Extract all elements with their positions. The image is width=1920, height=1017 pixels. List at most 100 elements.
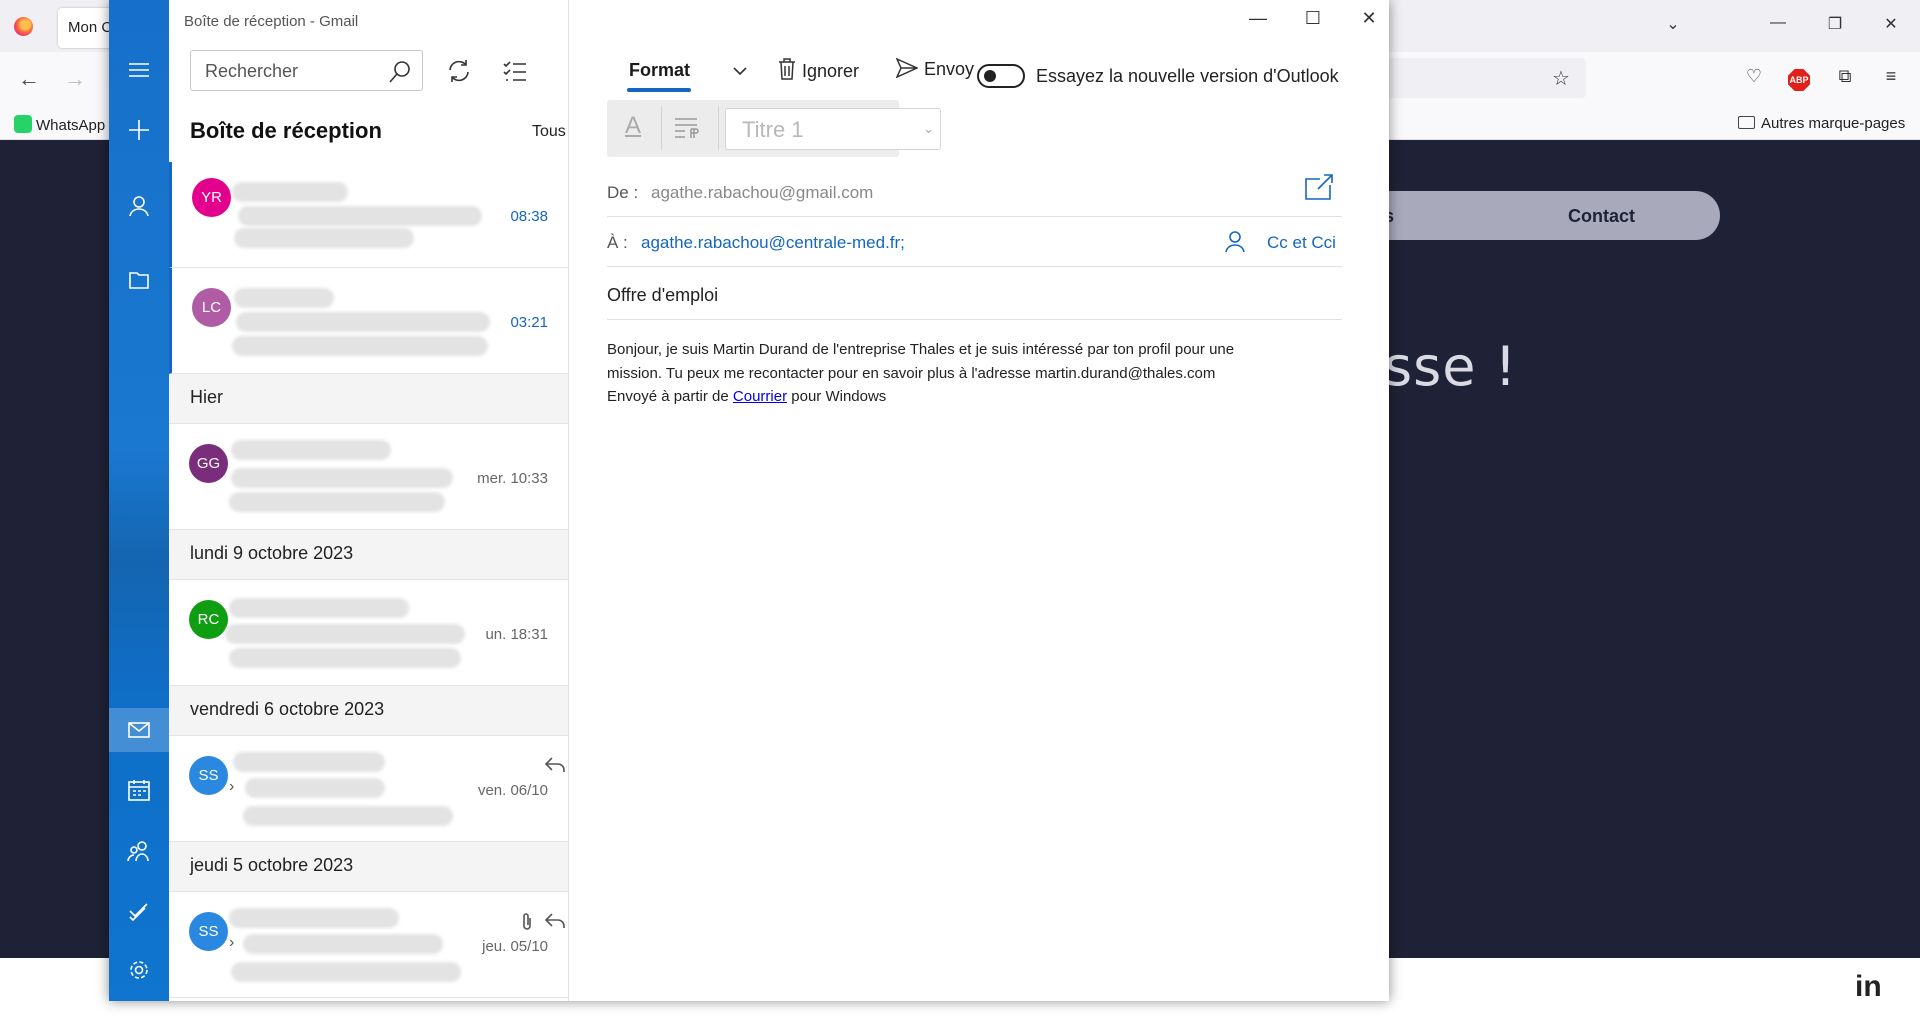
folders-icon[interactable] bbox=[109, 258, 169, 302]
add-contact-icon[interactable] bbox=[1225, 231, 1245, 253]
font-color-icon[interactable]: A bbox=[625, 112, 641, 140]
message-row[interactable]: YR 08:38 bbox=[169, 162, 568, 268]
message-row[interactable]: LC 03:21 bbox=[169, 268, 568, 374]
message-row[interactable]: RC un. 18:31 bbox=[169, 580, 568, 686]
menu-icon[interactable] bbox=[109, 48, 169, 92]
redacted-preview bbox=[231, 962, 461, 982]
star-icon[interactable]: ☆ bbox=[1552, 66, 1570, 91]
redacted-sender bbox=[231, 440, 391, 460]
body-line: mission. Tu peux me recontacter pour en … bbox=[607, 364, 1216, 382]
calendar-icon[interactable] bbox=[109, 768, 169, 812]
avatar: SS bbox=[189, 756, 228, 795]
select-mode-icon[interactable] bbox=[503, 60, 527, 82]
attachment-icon bbox=[523, 913, 531, 930]
search-placeholder: Rechercher bbox=[205, 61, 299, 81]
settings-icon[interactable] bbox=[109, 948, 169, 992]
redacted-sender bbox=[232, 182, 348, 202]
date-group-header: vendredi 6 octobre 2023 bbox=[169, 686, 568, 736]
close-icon[interactable]: ✕ bbox=[1349, 8, 1389, 29]
linkedin-icon[interactable]: in bbox=[1855, 970, 1882, 1004]
message-row[interactable]: GG mer. 10:33 bbox=[169, 424, 568, 530]
mail-window: Boîte de réception - Gmail Rechercher Bo… bbox=[109, 0, 1389, 1001]
from-label: De : bbox=[607, 183, 639, 202]
signature-line: Envoyé à partir de Courrier pour Windows bbox=[607, 385, 1342, 409]
minimize-icon[interactable]: — bbox=[1763, 14, 1793, 32]
redacted-preview bbox=[229, 492, 445, 512]
redacted-preview bbox=[229, 648, 461, 668]
mail-icon[interactable] bbox=[109, 708, 169, 752]
nav-rail bbox=[109, 0, 169, 1001]
style-value: Titre 1 bbox=[742, 117, 804, 142]
from-field[interactable]: De : agathe.rabachou@gmail.com bbox=[607, 174, 1342, 217]
site-nav-contact[interactable]: Contact bbox=[1568, 206, 1635, 227]
redacted-sender bbox=[233, 752, 385, 772]
search-icon[interactable] bbox=[388, 60, 412, 84]
people-icon[interactable] bbox=[109, 829, 169, 873]
send-icon bbox=[895, 57, 919, 79]
avatar: LC bbox=[192, 288, 231, 327]
date-group-header: jeudi 5 octobre 2023 bbox=[169, 842, 568, 892]
site-nav-pill bbox=[1380, 191, 1720, 240]
back-arrow-icon[interactable]: ← bbox=[18, 66, 40, 92]
send-label: Envoy bbox=[924, 59, 975, 79]
tab-format[interactable]: Format bbox=[629, 60, 690, 81]
divider bbox=[718, 106, 719, 150]
new-outlook-label: Essayez la nouvelle version d'Outlook bbox=[1036, 66, 1339, 86]
search-input[interactable]: Rechercher bbox=[190, 50, 423, 91]
filter-dropdown[interactable]: Tous bbox=[532, 123, 566, 141]
chevron-down-icon[interactable] bbox=[732, 66, 748, 76]
reply-icon bbox=[544, 913, 565, 928]
redacted-subject bbox=[245, 778, 385, 798]
message-row[interactable]: SS › ven. 06/10 bbox=[169, 736, 568, 842]
redacted-subject bbox=[238, 206, 482, 226]
message-body[interactable]: Bonjour, je suis Martin Durand de l'entr… bbox=[607, 338, 1342, 409]
pocket-icon[interactable]: ♡ bbox=[1741, 66, 1767, 87]
bookmark-other[interactable]: Autres marque-pages bbox=[1738, 115, 1905, 132]
bookmark-whatsapp[interactable]: WhatsApp bbox=[14, 115, 105, 134]
minimize-icon[interactable]: — bbox=[1238, 8, 1278, 29]
bookmark-whatsapp-label: WhatsApp bbox=[36, 117, 106, 134]
compose-pane: — ☐ ✕ Format Ignorer Envoy Essayez la no… bbox=[570, 0, 1389, 1001]
message-time: 03:21 bbox=[510, 314, 548, 331]
new-outlook-toggle[interactable] bbox=[977, 64, 1025, 88]
restore-icon[interactable]: ❐ bbox=[1820, 14, 1850, 34]
cc-bcc-link[interactable]: Cc et Cci bbox=[1267, 233, 1336, 253]
message-time: jeu. 05/10 bbox=[482, 938, 548, 955]
adblock-icon[interactable]: ABP bbox=[1788, 69, 1810, 91]
redacted-preview bbox=[232, 336, 488, 356]
maximize-icon[interactable]: ☐ bbox=[1293, 8, 1333, 29]
tab-active-indicator bbox=[627, 88, 691, 92]
body-line: Bonjour, je suis Martin Durand de l'entr… bbox=[607, 341, 1235, 358]
send-button[interactable]: Envoy bbox=[895, 57, 975, 80]
compose-icon[interactable] bbox=[109, 108, 169, 152]
close-icon[interactable]: ✕ bbox=[1876, 14, 1906, 34]
menu-icon[interactable]: ≡ bbox=[1878, 66, 1904, 87]
courrier-link[interactable]: Courrier bbox=[733, 388, 787, 405]
chevron-right-icon[interactable]: › bbox=[229, 934, 234, 952]
avatar: YR bbox=[192, 178, 231, 217]
sync-icon[interactable] bbox=[446, 58, 472, 84]
redacted-sender bbox=[229, 598, 409, 618]
from-value: agathe.rabachou@gmail.com bbox=[651, 183, 874, 202]
to-field[interactable]: À : agathe.rabachou@centrale-med.fr; Cc … bbox=[607, 231, 1342, 267]
reply-icon bbox=[544, 757, 565, 772]
extensions-icon[interactable]: ⧉ bbox=[1832, 66, 1858, 87]
site-hero-text: sse ! bbox=[1384, 335, 1518, 398]
folder-icon bbox=[1738, 116, 1755, 129]
popout-icon[interactable] bbox=[1304, 173, 1334, 201]
redacted-subject bbox=[243, 934, 443, 954]
list-tabs-icon[interactable]: ⌄ bbox=[1658, 14, 1688, 34]
forward-arrow-icon[interactable]: → bbox=[64, 66, 86, 92]
paragraph-format-icon[interactable] bbox=[673, 116, 699, 138]
todo-icon[interactable] bbox=[109, 889, 169, 933]
chevron-right-icon[interactable]: › bbox=[229, 778, 234, 796]
message-row[interactable]: SS › jeu. 05/10 bbox=[169, 892, 568, 998]
discard-button[interactable]: Ignorer bbox=[778, 58, 859, 82]
message-time: un. 18:31 bbox=[485, 626, 548, 643]
accounts-icon[interactable] bbox=[109, 184, 169, 228]
style-dropdown[interactable]: Titre 1 ⌄ bbox=[725, 108, 941, 150]
avatar-initials: SS bbox=[198, 923, 219, 940]
redacted-sender bbox=[229, 908, 399, 928]
avatar: RC bbox=[189, 600, 228, 639]
redacted-sender bbox=[234, 288, 334, 308]
